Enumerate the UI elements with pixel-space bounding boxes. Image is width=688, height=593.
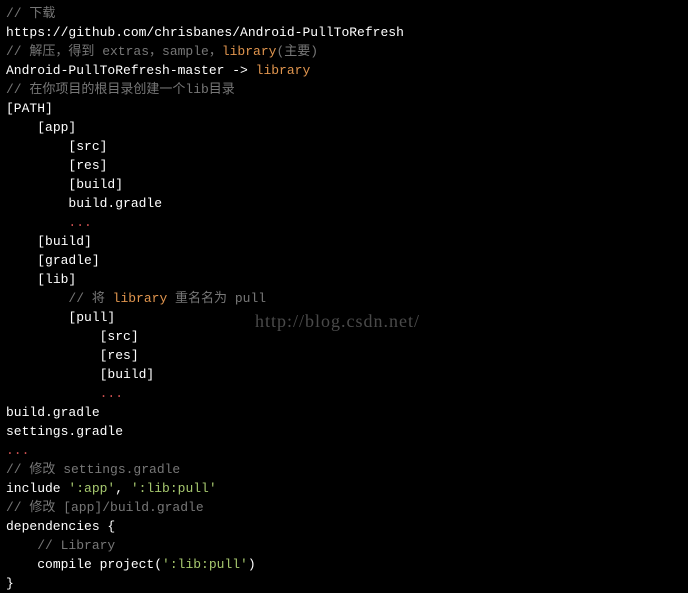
code-line: [pull] (6, 308, 682, 327)
code-token: // 下载 (6, 6, 55, 21)
code-line: Android-PullToRefresh-master -> library (6, 61, 682, 80)
code-block: // 下载 https://github.com/chrisbanes/Andro… (6, 4, 682, 593)
code-line: // 在你项目的根目录创建一个lib目录 (6, 80, 682, 99)
code-token: compile project( (37, 557, 162, 572)
code-token: [app] (37, 120, 76, 135)
code-line: // 下载 (6, 4, 682, 23)
code-token: [gradle] (37, 253, 99, 268)
code-token: [src] (68, 139, 107, 154)
code-token: library (222, 44, 277, 59)
code-line: // 修改 [app]/build.gradle (6, 498, 682, 517)
code-token: } (6, 576, 14, 591)
code-line: ... (6, 213, 682, 232)
code-token: // 修改 settings.gradle (6, 462, 180, 477)
code-line: compile project(':lib:pull') (6, 555, 682, 574)
code-token: ... (68, 215, 91, 230)
code-line: [res] (6, 346, 682, 365)
code-token: library (256, 63, 311, 78)
code-token: // 在你项目的根目录创建一个lib目录 (6, 82, 235, 97)
code-line: // 解压，得到 extras，sample，library(主要) (6, 42, 682, 61)
code-token: // 修改 [app]/build.gradle (6, 500, 204, 515)
code-line: [build] (6, 232, 682, 251)
code-token: ... (100, 386, 123, 401)
code-line: [src] (6, 137, 682, 156)
code-token: [build] (68, 177, 123, 192)
code-line: [app] (6, 118, 682, 137)
code-line: [gradle] (6, 251, 682, 270)
code-token: dependencies { (6, 519, 115, 534)
code-token: [build] (100, 367, 155, 382)
code-line: [build] (6, 365, 682, 384)
code-token: [res] (100, 348, 139, 363)
code-line: // 修改 settings.gradle (6, 460, 682, 479)
code-token: [pull] (68, 310, 115, 325)
code-line: build.gradle (6, 194, 682, 213)
code-token: // Library (37, 538, 115, 553)
code-token: [lib] (37, 272, 76, 287)
code-token: [PATH] (6, 101, 53, 116)
code-token: build.gradle (68, 196, 162, 211)
code-token: settings.gradle (6, 424, 123, 439)
code-line: include ':app', ':lib:pull' (6, 479, 682, 498)
code-line: ... (6, 441, 682, 460)
code-token: [build] (37, 234, 92, 249)
code-token: [res] (68, 158, 107, 173)
code-token: [src] (100, 329, 139, 344)
code-token: // 解压，得到 extras，sample， (6, 44, 222, 59)
code-line: [src] (6, 327, 682, 346)
code-line: settings.gradle (6, 422, 682, 441)
code-token: library (113, 291, 168, 306)
code-token: Android-PullToRefresh-master -> (6, 63, 256, 78)
code-token: 重名名为 pull (167, 291, 266, 306)
code-token: , (115, 481, 131, 496)
code-line: // 将 library 重名名为 pull (6, 289, 682, 308)
code-line: ... (6, 384, 682, 403)
code-token: // 将 (68, 291, 112, 306)
code-token: build.gradle (6, 405, 100, 420)
code-line: dependencies { (6, 517, 682, 536)
code-line: [res] (6, 156, 682, 175)
code-token: ':lib:pull' (131, 481, 217, 496)
code-token: ) (248, 557, 256, 572)
code-line: // Library (6, 536, 682, 555)
code-token: ':app' (68, 481, 115, 496)
code-token: (主要) (276, 44, 318, 59)
code-token: ':lib:pull' (162, 557, 248, 572)
code-line: https://github.com/chrisbanes/Android-Pu… (6, 23, 682, 42)
code-line: build.gradle (6, 403, 682, 422)
code-line: [PATH] (6, 99, 682, 118)
code-token: include (6, 481, 68, 496)
code-token: https://github.com/chrisbanes/Android-Pu… (6, 25, 404, 40)
code-line: } (6, 574, 682, 593)
code-token: ... (6, 443, 29, 458)
code-line: [build] (6, 175, 682, 194)
code-line: [lib] (6, 270, 682, 289)
